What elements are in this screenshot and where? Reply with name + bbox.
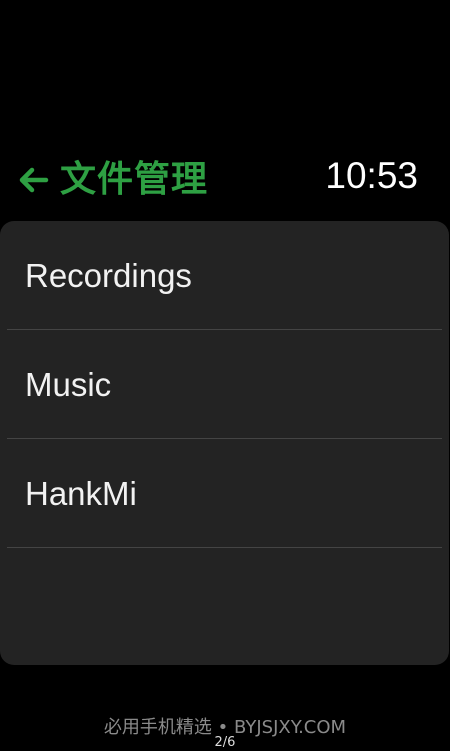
header-bar: 文件管理 10:53	[0, 150, 450, 210]
folder-item-recordings[interactable]: Recordings	[0, 221, 449, 330]
clock: 10:53	[325, 155, 418, 196]
folder-list: Recordings Music HankMi	[0, 221, 449, 548]
back-button[interactable]: 文件管理	[16, 158, 208, 202]
page-indicator: 2/6	[214, 735, 236, 750]
folder-item-hankmi[interactable]: HankMi	[0, 439, 449, 548]
folder-item-label: Music	[25, 365, 112, 403]
folder-list-card: Recordings Music HankMi	[0, 221, 449, 665]
folder-item-music[interactable]: Music	[0, 330, 449, 439]
folder-item-label: HankMi	[25, 474, 137, 512]
folder-item-label: Recordings	[25, 256, 192, 294]
page-title: 文件管理	[60, 159, 209, 200]
arrow-left-icon	[16, 166, 50, 194]
